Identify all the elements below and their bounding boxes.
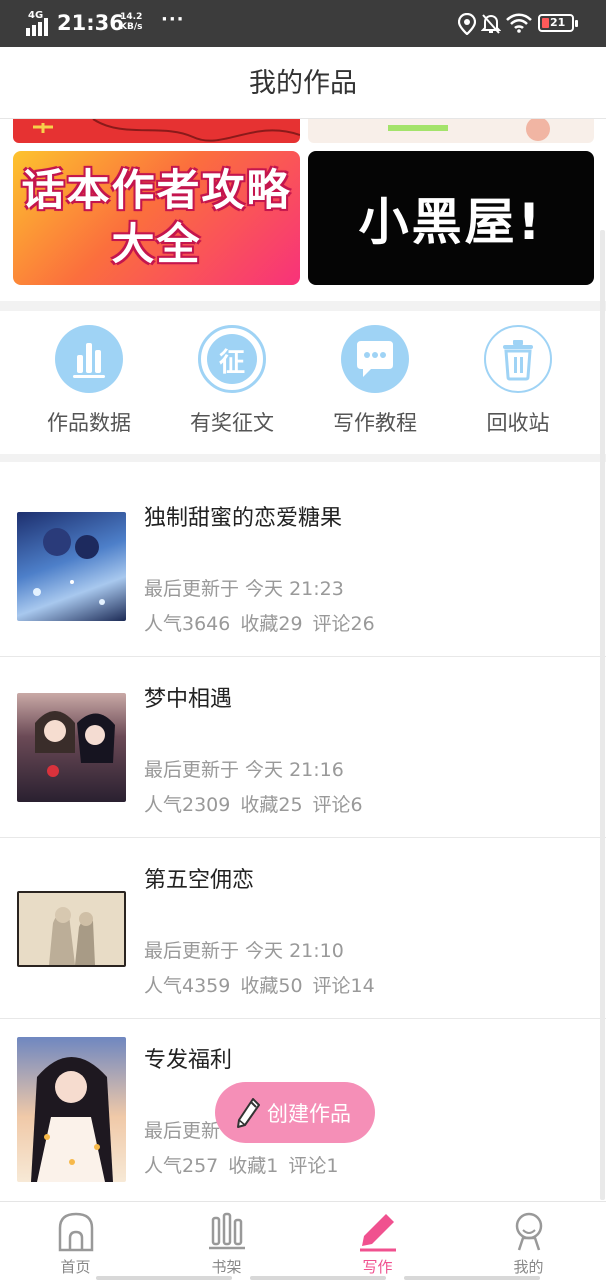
wifi-icon <box>506 13 532 33</box>
trash-icon <box>484 325 552 393</box>
work-cover <box>17 512 126 621</box>
banner-partial-left[interactable] <box>13 119 300 143</box>
network-speed: 14.2 KB/s <box>120 12 143 32</box>
create-work-button[interactable]: 创建作品 <box>215 1082 375 1143</box>
pencil-icon <box>237 1097 260 1128</box>
action-label: 写作教程 <box>333 411 417 435</box>
work-comments: 评论26 <box>312 613 375 635</box>
work-item[interactable]: 独制甜蜜的恋爱糖果 最后更新于 今天 21:23 人气3646 收藏29 评论26 <box>0 476 606 657</box>
action-contest[interactable]: 征 有奖征文 <box>167 325 297 437</box>
work-updated: 最后更新于 今天 21:16 <box>144 759 344 781</box>
author-guide-text: 话本作者攻略 大全 <box>21 166 292 270</box>
work-title: 第五空佣恋 <box>144 868 255 893</box>
work-popularity: 人气257 <box>144 1155 219 1177</box>
work-popularity: 人气2309 <box>144 794 231 816</box>
pen-icon <box>359 1214 396 1252</box>
work-favorites: 收藏25 <box>240 794 303 816</box>
work-title: 梦中相遇 <box>144 687 233 712</box>
clock: 21:36 <box>57 11 124 35</box>
tab-profile[interactable]: 我的 <box>453 1202 604 1280</box>
banner-artwork <box>388 119 550 141</box>
location-icon <box>458 13 476 35</box>
section-divider <box>0 454 606 462</box>
bottom-tab-bar: 首页 书架 写作 我的 <box>0 1201 606 1280</box>
tab-label: 我的 <box>513 1258 544 1276</box>
tab-bookshelf[interactable]: 书架 <box>151 1202 302 1280</box>
work-cover <box>17 891 126 967</box>
action-tutorial[interactable]: 写作教程 <box>310 325 440 437</box>
work-comments: 评论1 <box>288 1155 339 1177</box>
mute-bell-icon <box>481 14 501 34</box>
page-header: 我的作品 <box>0 47 606 119</box>
tab-home[interactable]: 首页 <box>0 1202 151 1280</box>
work-stats: 人气4359 收藏50 评论14 <box>144 971 385 998</box>
chat-bubble-icon <box>341 325 409 393</box>
battery-level: 21 <box>550 16 566 29</box>
create-work-label: 创建作品 <box>267 1101 351 1126</box>
work-favorites: 收藏50 <box>240 975 303 997</box>
work-favorites: 收藏1 <box>228 1155 279 1177</box>
home-icon <box>58 1212 93 1252</box>
tab-write[interactable]: 写作 <box>302 1202 453 1280</box>
status-bar: 4G 21:36 14.2 KB/s ··· 21 <box>0 0 606 47</box>
bookshelf-icon <box>208 1212 245 1250</box>
work-cover <box>17 1037 126 1182</box>
action-label: 回收站 <box>486 411 550 435</box>
page-title: 我的作品 <box>249 68 357 99</box>
tab-label: 写作 <box>362 1258 393 1276</box>
author-guide-banner[interactable]: 话本作者攻略 大全 <box>13 151 300 285</box>
work-popularity: 人气3646 <box>144 613 231 635</box>
work-stats: 人气3646 收藏29 评论26 <box>144 609 385 636</box>
banner-artwork <box>33 119 300 142</box>
work-comments: 评论14 <box>312 975 375 997</box>
work-updated: 最后更新于 今天 21:23 <box>144 578 344 600</box>
work-stats: 人气257 收藏1 评论1 <box>144 1151 348 1178</box>
gesture-bar <box>404 1276 540 1280</box>
more-notifications-icon: ··· <box>161 9 185 30</box>
signal-icon <box>26 18 48 36</box>
action-label: 有奖征文 <box>190 411 274 435</box>
blackroom-banner[interactable]: 小黑屋! <box>308 151 594 285</box>
action-label: 作品数据 <box>47 411 131 435</box>
battery-icon: 21 <box>538 14 578 32</box>
gesture-bar <box>96 1276 232 1280</box>
work-cover <box>17 693 126 802</box>
tab-label: 书架 <box>211 1258 242 1276</box>
scrollbar[interactable] <box>600 230 605 1200</box>
contest-icon: 征 <box>198 325 266 393</box>
work-stats: 人气2309 收藏25 评论6 <box>144 790 373 817</box>
work-popularity: 人气4359 <box>144 975 231 997</box>
work-updated: 最后更新于 今天 21:10 <box>144 940 344 962</box>
banner-partial-right[interactable] <box>308 119 594 143</box>
work-updated: 最后更新 <box>144 1120 221 1142</box>
action-recycle-bin[interactable]: 回收站 <box>453 325 583 437</box>
work-item[interactable]: 梦中相遇 最后更新于 今天 21:16 人气2309 收藏25 评论6 <box>0 657 606 838</box>
tab-label: 首页 <box>60 1258 91 1276</box>
blackroom-text: 小黑屋! <box>358 193 544 251</box>
profile-icon <box>515 1212 542 1251</box>
gesture-bar <box>250 1276 386 1280</box>
quick-actions: 作品数据 征 有奖征文 写作教程 回收站 <box>0 311 606 454</box>
action-work-data[interactable]: 作品数据 <box>24 325 154 437</box>
work-item[interactable]: 第五空佣恋 最后更新于 今天 21:10 人气4359 收藏50 评论14 <box>0 838 606 1019</box>
work-title: 专发福利 <box>144 1048 233 1073</box>
work-comments: 评论6 <box>312 794 363 816</box>
work-favorites: 收藏29 <box>240 613 303 635</box>
work-title: 独制甜蜜的恋爱糖果 <box>144 506 343 531</box>
section-divider <box>0 301 606 311</box>
bar-chart-icon <box>55 325 123 393</box>
